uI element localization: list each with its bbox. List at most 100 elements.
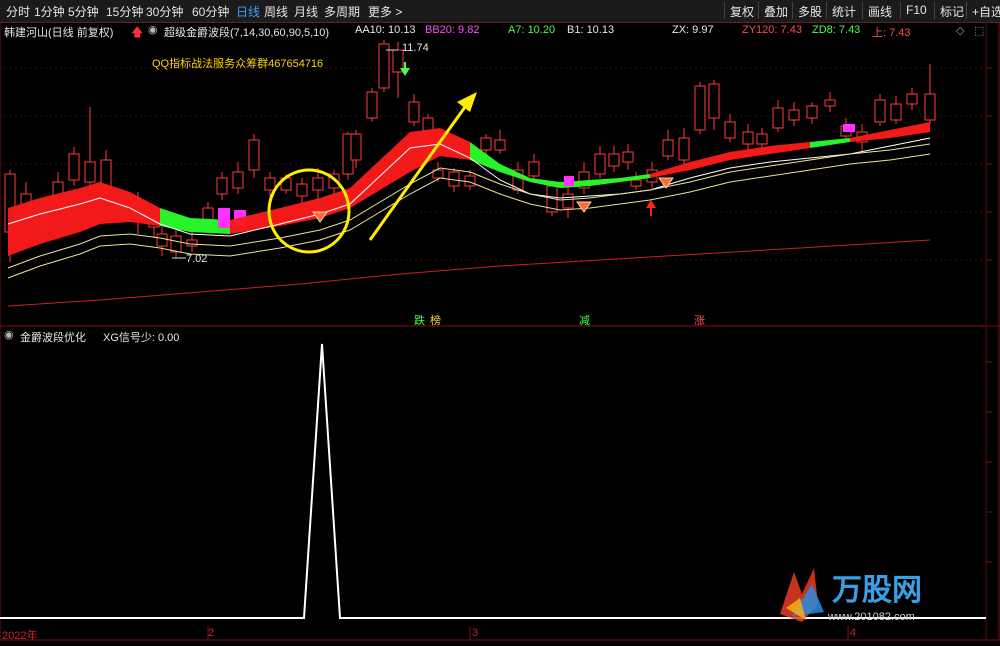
candle-25 <box>378 40 390 92</box>
candle-41 <box>622 144 634 170</box>
chart-area[interactable]: 韩建河山(日线 前复权) 🡅 ◉ 超级金爵波段(7,14,30,60,90,5,… <box>0 21 1000 642</box>
zoom-icon[interactable]: ⬚ <box>974 24 984 37</box>
x-label-feb: 2 <box>208 627 215 639</box>
xg-signal-value: XG信号少: 0.00 <box>103 332 180 344</box>
candle-body <box>312 177 324 191</box>
watermark-url: www.201082.com <box>827 611 915 623</box>
candle-49 <box>742 124 754 150</box>
candle-body <box>924 93 936 121</box>
toolbar-button-5[interactable]: F10 <box>900 2 932 19</box>
candle-59 <box>906 88 918 110</box>
period-tab-6[interactable]: 日线 <box>236 3 260 20</box>
candle-33 <box>494 130 506 154</box>
indicator-value-0: AA10: 10.13 <box>355 24 416 36</box>
candle-body <box>84 161 96 183</box>
indicator-value-3: B1: 10.13 <box>567 24 615 36</box>
period-tab-5[interactable]: 60分钟 <box>192 3 229 20</box>
period-tab-10[interactable]: 更多 > <box>368 3 402 20</box>
candle-10 <box>156 227 168 256</box>
candle-5 <box>84 107 96 190</box>
ribbon-green-4 <box>810 138 850 148</box>
toolbar-button-0[interactable]: 复权 <box>724 2 759 19</box>
period-tab-8[interactable]: 月线 <box>294 3 318 20</box>
candle-60 <box>924 64 936 124</box>
toolbar-button-7[interactable]: +自选 <box>966 2 1000 19</box>
period-tab-7[interactable]: 周线 <box>264 3 288 20</box>
candle-body <box>408 101 420 123</box>
high-price-label: 11.74 <box>402 42 429 54</box>
candle-51 <box>772 100 784 132</box>
period-tab-4[interactable]: 30分钟 <box>146 3 183 20</box>
indicator-title[interactable]: 超级金爵波段(7,14,30,60,90,5,10) <box>164 24 329 40</box>
candle-body <box>350 133 362 161</box>
candle-40 <box>608 146 620 172</box>
indicator-value-5: ZY120: 7.43 <box>742 24 802 36</box>
signal-label-rise: 涨 <box>694 315 705 327</box>
candle-11 <box>170 230 182 258</box>
candle-body <box>756 133 768 145</box>
toolbar-button-2[interactable]: 多股 <box>792 2 827 19</box>
candle-body <box>608 153 620 167</box>
candle-body <box>232 171 244 189</box>
signal-label-reduce: 减 <box>579 315 590 327</box>
candle-37 <box>562 186 574 218</box>
candle-body <box>464 175 476 187</box>
toolbar-button-1[interactable]: 叠加 <box>758 2 793 19</box>
candle-42 <box>630 172 642 190</box>
up-arrow-icon: 🡅 <box>131 25 144 39</box>
sub-indicator-title[interactable]: 金爵波段优化 <box>20 329 86 345</box>
candle-body <box>724 121 736 139</box>
candle-body <box>806 105 818 119</box>
candle-body <box>248 139 260 171</box>
candle-35 <box>528 154 540 182</box>
candle-body <box>378 43 390 89</box>
candle-4 <box>68 147 80 186</box>
toolbar-button-4[interactable]: 画线 <box>862 2 897 19</box>
ribbon-magenta-4 <box>843 124 855 132</box>
period-toolbar: 分时 1分钟 5分钟 15分钟 30分钟 60分钟 日线 周线 月线 多周期 更多 > 复权 叠加 多股… <box>0 0 1000 23</box>
period-tab-1[interactable]: 1分钟 <box>34 3 65 20</box>
candle-16 <box>248 134 260 178</box>
toolbar-button-3[interactable]: 统计 <box>826 2 861 19</box>
ma120-line <box>7 239 931 307</box>
candle-body <box>788 109 800 121</box>
period-tab-3[interactable]: 15分钟 <box>106 3 143 20</box>
ad-text: QQ指标战法服务众筹群467654716 <box>152 58 324 70</box>
watermark: 万股网 www.201082.com <box>772 564 972 631</box>
candle-39 <box>594 146 606 178</box>
candle-body <box>906 93 918 105</box>
candle-body <box>68 153 80 181</box>
collapse-icon[interactable]: ◇ <box>956 24 964 37</box>
candle-body <box>494 139 506 151</box>
candle-body <box>594 153 606 175</box>
low-price-label: 7.02 <box>186 253 208 265</box>
candle-body <box>528 161 540 177</box>
candle-body <box>480 137 492 151</box>
candle-53 <box>806 102 818 124</box>
period-tab-0[interactable]: 分时 <box>6 3 30 20</box>
candle-body <box>264 177 276 191</box>
candle-27 <box>408 94 420 126</box>
candle-14 <box>216 172 228 200</box>
indicator-value-4: ZX: 9.97 <box>672 24 714 36</box>
period-tab-9[interactable]: 多周期 <box>324 3 360 20</box>
period-tab-2[interactable]: 5分钟 <box>68 3 99 20</box>
candle-body <box>708 83 720 119</box>
indicator-value-6: ZD8: 7.43 <box>812 24 861 36</box>
stock-title: 韩建河山(日线 前复权) <box>4 27 114 39</box>
candle-57 <box>874 94 886 126</box>
sub-settings-icon[interactable]: ◉ <box>4 328 14 341</box>
watermark-brand: 万股网 <box>832 574 922 607</box>
candle-12 <box>186 232 198 252</box>
settings-dot-icon[interactable]: ◉ <box>148 23 158 36</box>
candle-body <box>186 239 198 247</box>
ribbon-magenta-3 <box>564 176 574 186</box>
candle-body <box>678 137 690 161</box>
candle-44 <box>662 130 674 160</box>
diamond-signal-icon <box>576 201 592 213</box>
candle-body <box>694 85 706 131</box>
indicator-value-1: BB20: 9.82 <box>425 24 480 36</box>
toolbar-button-6[interactable]: 标记 <box>934 2 969 19</box>
signal-label-fall: 跌 <box>414 315 425 327</box>
candle-54 <box>824 92 836 112</box>
